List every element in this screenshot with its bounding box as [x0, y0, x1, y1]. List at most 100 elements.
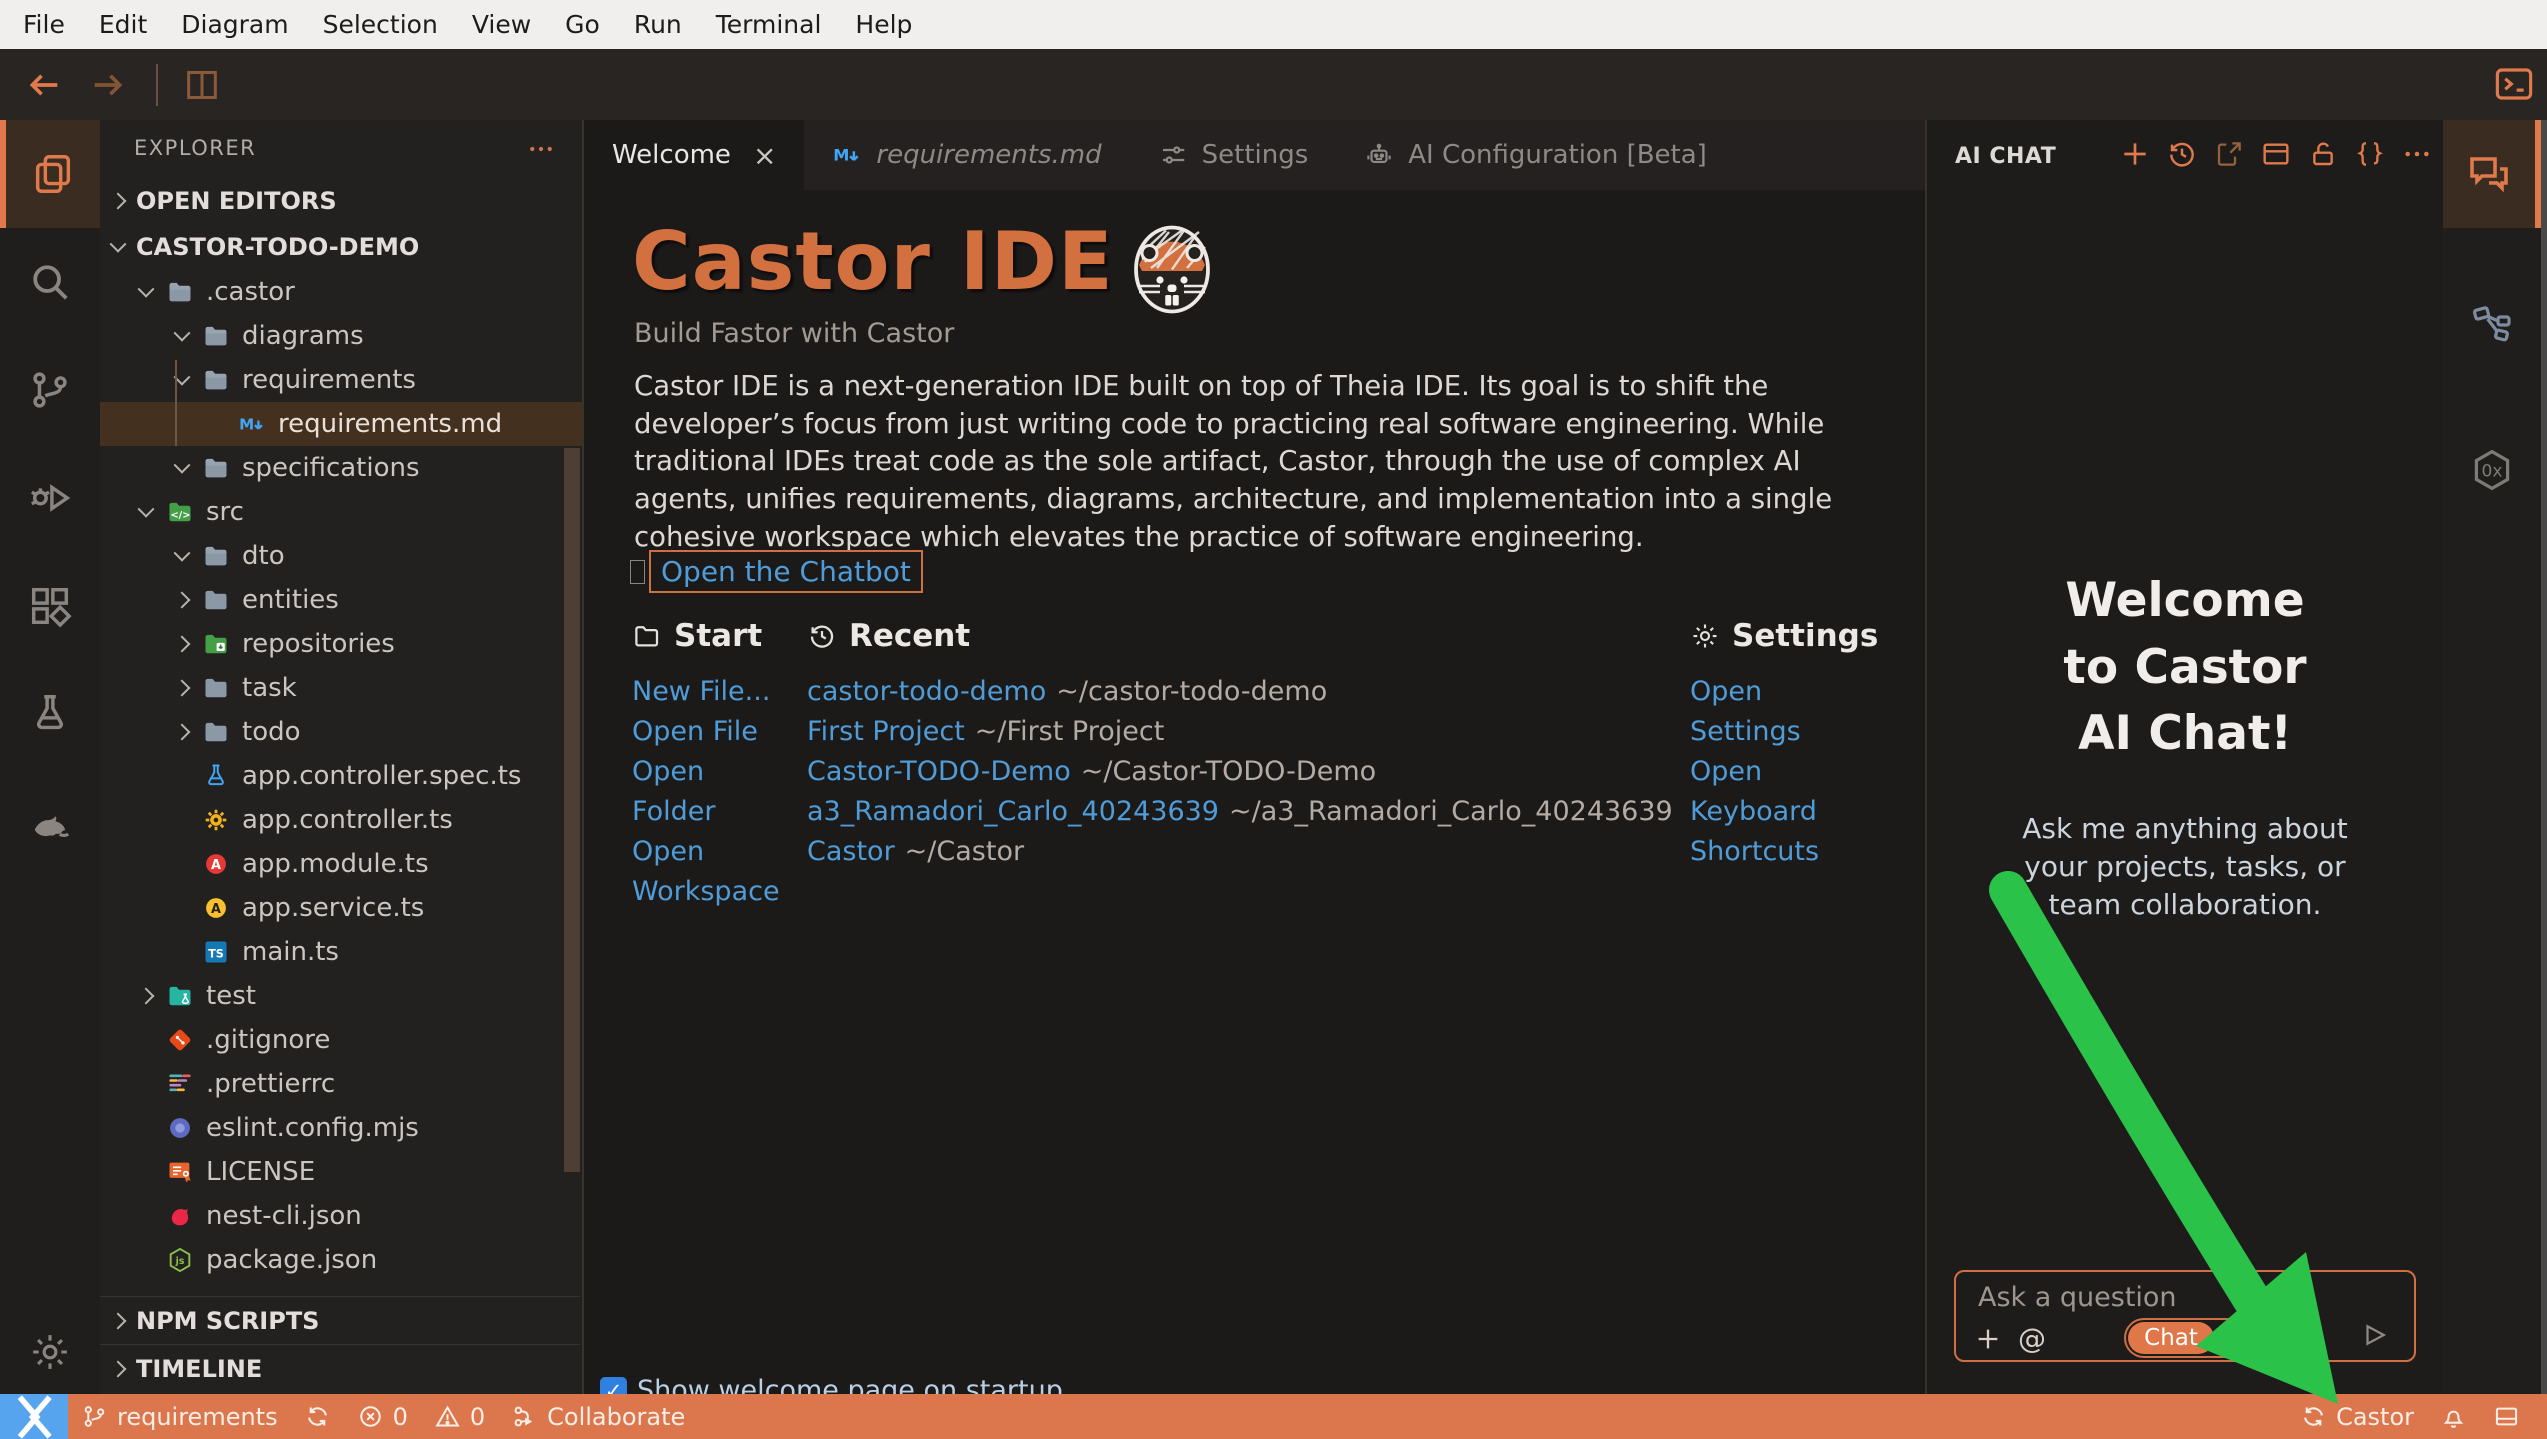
- tree-item--castor[interactable]: .castor: [100, 270, 582, 314]
- status-panel[interactable]: [2480, 1394, 2533, 1439]
- start-link-open-file[interactable]: Open File: [632, 712, 772, 752]
- export-icon[interactable]: [2213, 138, 2245, 170]
- menu-selection[interactable]: Selection: [306, 0, 455, 49]
- layout-icon[interactable]: [2260, 138, 2292, 170]
- forward-arrow-icon[interactable]: [88, 65, 128, 105]
- recent-item[interactable]: a3_Ramadori_Carlo_40243639~/a3_Ramadori_…: [807, 792, 1673, 832]
- unlock-icon[interactable]: [2307, 138, 2339, 170]
- recent-item-name[interactable]: Castor: [807, 836, 895, 867]
- tree-item-dto[interactable]: dto: [100, 534, 582, 578]
- more-actions-icon[interactable]: [526, 134, 556, 164]
- right-activity-hex-0x[interactable]: 0x: [2443, 416, 2541, 524]
- tab-ai-configuration-beta-[interactable]: AI Configuration [Beta]: [1336, 120, 1735, 190]
- status-0[interactable]: 0: [421, 1394, 498, 1439]
- tree-item-diagrams[interactable]: diagrams: [100, 314, 582, 358]
- tree-item-app-controller-ts[interactable]: app.controller.ts: [100, 798, 582, 842]
- activity-item-extensions[interactable]: [0, 552, 100, 660]
- menu-run[interactable]: Run: [617, 0, 699, 49]
- start-link-open-folder[interactable]: Open Folder: [632, 752, 772, 832]
- settings-link-open-settings[interactable]: Open Settings: [1690, 672, 1870, 752]
- tab-requirements-md[interactable]: Mrequirements.md: [804, 120, 1129, 190]
- tree-item-task[interactable]: task: [100, 666, 582, 710]
- tree-item-app-controller-spec-ts[interactable]: app.controller.spec.ts: [100, 754, 582, 798]
- tree-item-package-json[interactable]: jspackage.json: [100, 1238, 582, 1282]
- tree-item-app-service-ts[interactable]: Aapp.service.ts: [100, 886, 582, 930]
- status-collaborate[interactable]: Collaborate: [498, 1394, 698, 1439]
- right-activity-hierarchy[interactable]: [2443, 268, 2541, 376]
- menu-help[interactable]: Help: [838, 0, 929, 49]
- status-bell[interactable]: [2427, 1394, 2480, 1439]
- tree-item-main-ts[interactable]: TSmain.ts: [100, 930, 582, 974]
- status-castor[interactable]: Castor: [2287, 1394, 2427, 1439]
- section-npm-scripts[interactable]: NPM SCRIPTS: [100, 1296, 580, 1344]
- add-icon[interactable]: [2119, 138, 2151, 170]
- recent-header: Recent: [849, 618, 970, 654]
- close-icon[interactable]: ×: [753, 139, 776, 172]
- activity-item-search[interactable]: [0, 228, 100, 336]
- chat-input-box[interactable]: Ask a question @ ChatAgent: [1954, 1270, 2416, 1362]
- tree-item-entities[interactable]: entities: [100, 578, 582, 622]
- menu-go[interactable]: Go: [548, 0, 617, 49]
- activity-item-files[interactable]: [0, 120, 100, 228]
- recent-item[interactable]: Castor-TODO-Demo~/Castor-TODO-Demo: [807, 752, 1673, 792]
- start-link-new-file-[interactable]: New File...: [632, 672, 772, 712]
- mode-agent-button[interactable]: Agent: [2214, 1322, 2314, 1354]
- send-icon[interactable]: [2360, 1320, 2390, 1350]
- tree-item--gitignore[interactable]: .gitignore: [100, 1018, 582, 1062]
- recent-item-name[interactable]: Castor-TODO-Demo: [807, 756, 1071, 787]
- tree-item-requirements[interactable]: requirements: [100, 358, 582, 402]
- recent-item-name[interactable]: castor-todo-demo: [807, 676, 1046, 707]
- section-open-editors[interactable]: OPEN EDITORS: [100, 178, 582, 224]
- tree-item-repositories[interactable]: repositories: [100, 622, 582, 666]
- tree-item-app-module-ts[interactable]: Aapp.module.ts: [100, 842, 582, 886]
- activity-item-run-debug[interactable]: [0, 444, 100, 552]
- recent-item[interactable]: Castor~/Castor: [807, 832, 1673, 872]
- chat-mode-toggle[interactable]: ChatAgent: [2124, 1318, 2318, 1358]
- tab-welcome[interactable]: Welcome×: [584, 120, 804, 190]
- status-sync[interactable]: [291, 1394, 344, 1439]
- menu-diagram[interactable]: Diagram: [164, 0, 305, 49]
- settings-gear-icon[interactable]: [28, 1330, 72, 1374]
- menu-edit[interactable]: Edit: [82, 0, 164, 49]
- open-chatbot-link[interactable]: Open the Chatbot: [649, 550, 923, 593]
- tree-item-specifications[interactable]: specifications: [100, 446, 582, 490]
- remote-indicator[interactable]: [0, 1394, 68, 1439]
- recent-item[interactable]: First Project~/First Project: [807, 712, 1673, 752]
- tree-item-src[interactable]: </>src: [100, 490, 582, 534]
- at-icon[interactable]: @: [2018, 1322, 2046, 1355]
- tab-settings[interactable]: Settings: [1130, 120, 1337, 190]
- tree-item-todo[interactable]: todo: [100, 710, 582, 754]
- tree-item--prettierrc[interactable]: .prettierrc: [100, 1062, 582, 1106]
- start-link-open-workspace[interactable]: Open Workspace: [632, 832, 772, 912]
- tree-item-eslint-config-mjs[interactable]: eslint.config.mjs: [100, 1106, 582, 1150]
- menu-view[interactable]: View: [455, 0, 548, 49]
- settings-link-open-keyboard-shortcuts[interactable]: Open Keyboard Shortcuts: [1690, 752, 1870, 872]
- tree-item-requirements-md[interactable]: Mrequirements.md: [100, 402, 582, 446]
- recent-item-name[interactable]: First Project: [807, 716, 965, 747]
- activity-item-test-flask[interactable]: [0, 660, 100, 768]
- history-icon[interactable]: [2166, 138, 2198, 170]
- recent-item-name[interactable]: a3_Ramadori_Carlo_40243639: [807, 796, 1219, 827]
- split-editor-icon[interactable]: [182, 65, 222, 105]
- activity-item-source-control[interactable]: [0, 336, 100, 444]
- menu-file[interactable]: File: [6, 0, 82, 49]
- right-activity-chat-bubbles[interactable]: [2443, 120, 2541, 228]
- mode-chat-button[interactable]: Chat: [2128, 1322, 2214, 1354]
- status-0[interactable]: 0: [344, 1394, 421, 1439]
- tree-item-test[interactable]: test: [100, 974, 582, 1018]
- braces-icon[interactable]: [2354, 138, 2386, 170]
- terminal-icon[interactable]: [2493, 63, 2535, 105]
- source-control-icon: [27, 367, 73, 413]
- more-icon[interactable]: [2401, 138, 2433, 170]
- tree-item-nest-cli-json[interactable]: nest-cli.json: [100, 1194, 582, 1238]
- tree-item-license[interactable]: LICENSE: [100, 1150, 582, 1194]
- add-icon[interactable]: [1974, 1325, 2002, 1353]
- menu-terminal[interactable]: Terminal: [699, 0, 839, 49]
- back-arrow-icon[interactable]: [24, 65, 64, 105]
- activity-item-beaver[interactable]: [0, 768, 100, 876]
- recent-item[interactable]: castor-todo-demo~/castor-todo-demo: [807, 672, 1673, 712]
- section-castor-todo-demo[interactable]: CASTOR-TODO-DEMO: [100, 224, 582, 270]
- section-timeline[interactable]: TIMELINE: [100, 1344, 580, 1392]
- explorer-scrollbar[interactable]: [564, 448, 580, 1172]
- status-requirements[interactable]: requirements: [68, 1394, 291, 1439]
